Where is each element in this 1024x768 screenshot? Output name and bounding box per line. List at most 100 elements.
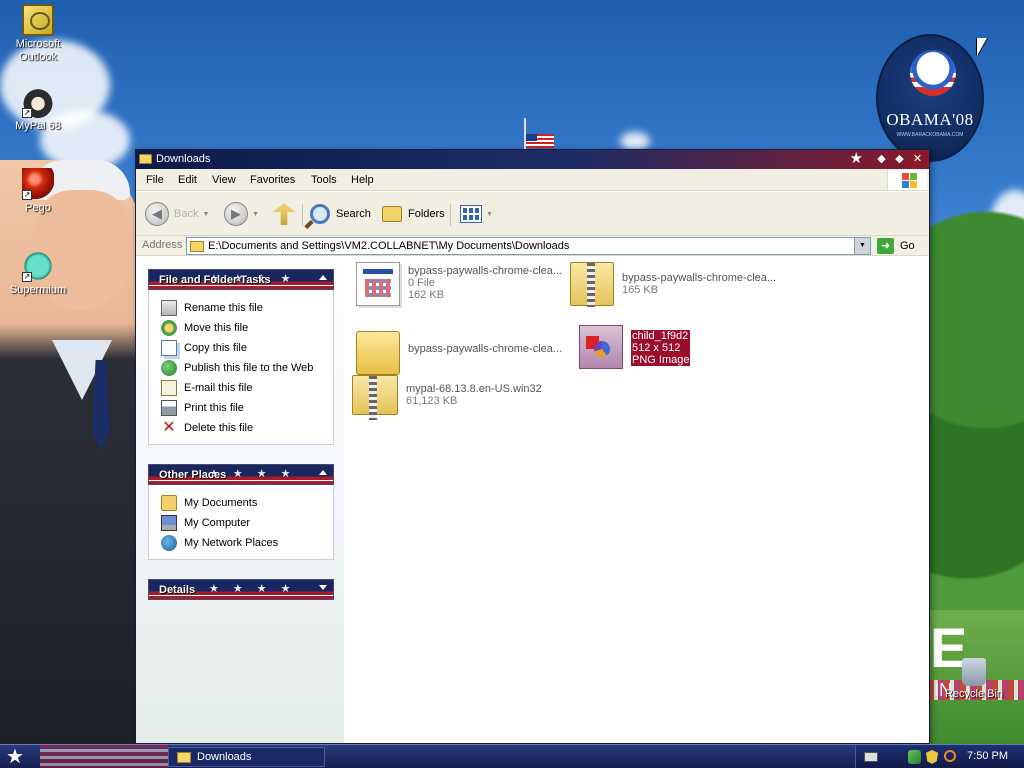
network-places-icon: [161, 535, 177, 551]
maximize-button[interactable]: ◆: [892, 152, 907, 167]
windows-logo-icon: [887, 170, 927, 190]
other-places-panel: ★★★★ Other Places My Documents My Comput…: [148, 464, 334, 560]
window-controls: ★ ◆ ◆ ✕: [850, 151, 925, 167]
logo-text: OBAMA'08: [886, 110, 974, 129]
menu-file[interactable]: File: [146, 174, 164, 186]
menu-favorites[interactable]: Favorites: [250, 174, 295, 186]
address-path: E:\Documents and Settings\VM2.COLLABNET\…: [208, 240, 570, 252]
place-network[interactable]: My Network Places: [149, 533, 333, 553]
forward-button[interactable]: ▶ ▼: [224, 201, 259, 227]
clock[interactable]: 7:50 PM: [967, 750, 1008, 762]
file-item[interactable]: bypass-paywalls-chrome-clea... 0 File 16…: [356, 262, 562, 306]
desktop-icon-label: Pego: [25, 202, 51, 214]
up-folder-icon: [273, 203, 295, 225]
panel-header[interactable]: ★★★★ Details: [148, 579, 334, 600]
explorer-window[interactable]: Downloads ★ ◆ ◆ ✕ File Edit View Favorit…: [135, 149, 930, 744]
task-print[interactable]: Print this file: [149, 398, 333, 418]
menu-tools[interactable]: Tools: [311, 174, 337, 186]
taskbar-button-downloads[interactable]: Downloads: [168, 747, 325, 767]
installer-file-icon: [356, 262, 400, 306]
menu-bar: File Edit View Favorites Tools Help: [136, 169, 929, 191]
panel-header[interactable]: ★★★★ File and Folder Tasks: [148, 269, 334, 290]
address-bar: Address E:\Documents and Settings\VM2.CO…: [136, 236, 929, 256]
desktop-icon-label: Recycle Bin: [944, 688, 1004, 700]
folders-button[interactable]: Folders: [382, 201, 445, 227]
web-publish-icon: [161, 360, 177, 376]
folders-label: Folders: [408, 208, 445, 220]
toolbar: ◀ Back ▼ ▶ ▼ Search Folders ▼: [136, 192, 929, 236]
task-pane: ★★★★ File and Folder Tasks Rename this f…: [136, 257, 344, 743]
task-move[interactable]: Move this file: [149, 318, 333, 338]
menu-help[interactable]: Help: [351, 174, 374, 186]
search-button[interactable]: Search: [310, 201, 371, 227]
up-button[interactable]: [273, 201, 295, 227]
file-item[interactable]: mypal-68.13.8.en-US.win32 61,123 KB: [352, 375, 542, 420]
title-bar[interactable]: Downloads ★ ◆ ◆ ✕: [136, 150, 929, 169]
png-image-icon: [579, 325, 623, 369]
task-publish-web[interactable]: Publish this file to the Web: [149, 358, 333, 378]
file-item[interactable]: bypass-paywalls-chrome-clea... 165 KB: [570, 262, 776, 307]
folder-icon: [190, 241, 204, 252]
file-item-selected[interactable]: child_1f9d2 512 x 512 PNG Image: [576, 325, 691, 369]
desktop-icon-mypal[interactable]: ↗ MyPal 68: [0, 86, 76, 133]
details-panel: ★★★★ Details: [148, 579, 334, 600]
recycle-bin-icon: [962, 658, 986, 686]
menu-edit[interactable]: Edit: [178, 174, 197, 186]
us-flag: [526, 134, 554, 148]
panel-title: Other Places: [159, 469, 227, 481]
logo-url: WWW.BARACKOBAMA.COM: [896, 132, 964, 138]
collapse-chevron-icon[interactable]: [319, 470, 327, 475]
file-item[interactable]: bypass-paywalls-chrome-clea...: [356, 325, 562, 375]
panel-header[interactable]: ★★★★ Other Places: [148, 464, 334, 485]
address-input[interactable]: E:\Documents and Settings\VM2.COLLABNET\…: [186, 237, 871, 255]
taskbar-button-label: Downloads: [197, 751, 252, 763]
task-delete[interactable]: ✕ Delete this file: [149, 418, 333, 438]
file-list: bypass-paywalls-chrome-clea... 0 File 16…: [344, 257, 929, 743]
desktop-icon-pego[interactable]: ↗ Pego: [0, 168, 76, 215]
background-trees: [928, 170, 1024, 670]
forward-arrow-icon: ▶: [224, 202, 248, 226]
zip-folder-icon: [570, 262, 614, 307]
folders-icon: [382, 206, 402, 222]
collapse-chevron-icon[interactable]: [319, 275, 327, 280]
start-stripes: [40, 745, 168, 768]
search-icon: [310, 204, 330, 224]
desktop-icon-label: Microsoft Outlook: [15, 38, 61, 63]
go-button[interactable]: ➜ Go: [877, 238, 915, 254]
network-tray-icon[interactable]: [908, 750, 921, 764]
search-tray-icon[interactable]: [944, 750, 956, 762]
chevron-down-icon[interactable]: ▼: [854, 238, 870, 254]
task-email[interactable]: E-mail this file: [149, 378, 333, 398]
go-arrow-icon: ➜: [877, 238, 894, 254]
task-rename[interactable]: Rename this file: [149, 298, 333, 318]
security-shield-icon[interactable]: [926, 750, 938, 764]
file-tasks-panel: ★★★★ File and Folder Tasks Rename this f…: [148, 269, 334, 445]
my-computer-icon: [161, 515, 177, 531]
back-label: Back: [174, 208, 199, 220]
move-icon: [161, 320, 177, 336]
go-label: Go: [900, 240, 915, 252]
place-my-computer[interactable]: My Computer: [149, 513, 333, 533]
desktop-icon-supermium[interactable]: ↗ Supermium: [0, 250, 76, 297]
desktop-icon-outlook[interactable]: Microsoft Outlook: [0, 4, 76, 64]
obama-08-logo: OBAMA'08 WWW.BARACKOBAMA.COM: [876, 34, 984, 162]
close-button[interactable]: ✕: [910, 152, 925, 167]
back-button[interactable]: ◀ Back ▼: [145, 201, 209, 227]
taskbar: ★ Downloads 7:50 PM: [0, 744, 1024, 768]
views-button[interactable]: ▼: [460, 201, 493, 227]
cloud: [620, 132, 650, 150]
toolbar-separator: [302, 204, 303, 226]
task-copy[interactable]: Copy this file: [149, 338, 333, 358]
content-area: ★★★★ File and Folder Tasks Rename this f…: [136, 257, 929, 743]
minimize-button[interactable]: ◆: [874, 152, 889, 167]
place-my-documents[interactable]: My Documents: [149, 493, 333, 513]
menu-view[interactable]: View: [212, 174, 236, 186]
start-button-star-icon[interactable]: ★: [6, 746, 24, 768]
desktop-icon-recycle-bin[interactable]: Recycle Bin: [936, 658, 1012, 701]
copy-icon: [161, 340, 177, 356]
system-tray: 7:50 PM: [855, 745, 1024, 768]
views-icon: [460, 205, 482, 223]
expand-chevron-icon[interactable]: [319, 585, 327, 590]
panel-title: File and Folder Tasks: [159, 274, 271, 286]
keyboard-icon[interactable]: [864, 752, 878, 762]
